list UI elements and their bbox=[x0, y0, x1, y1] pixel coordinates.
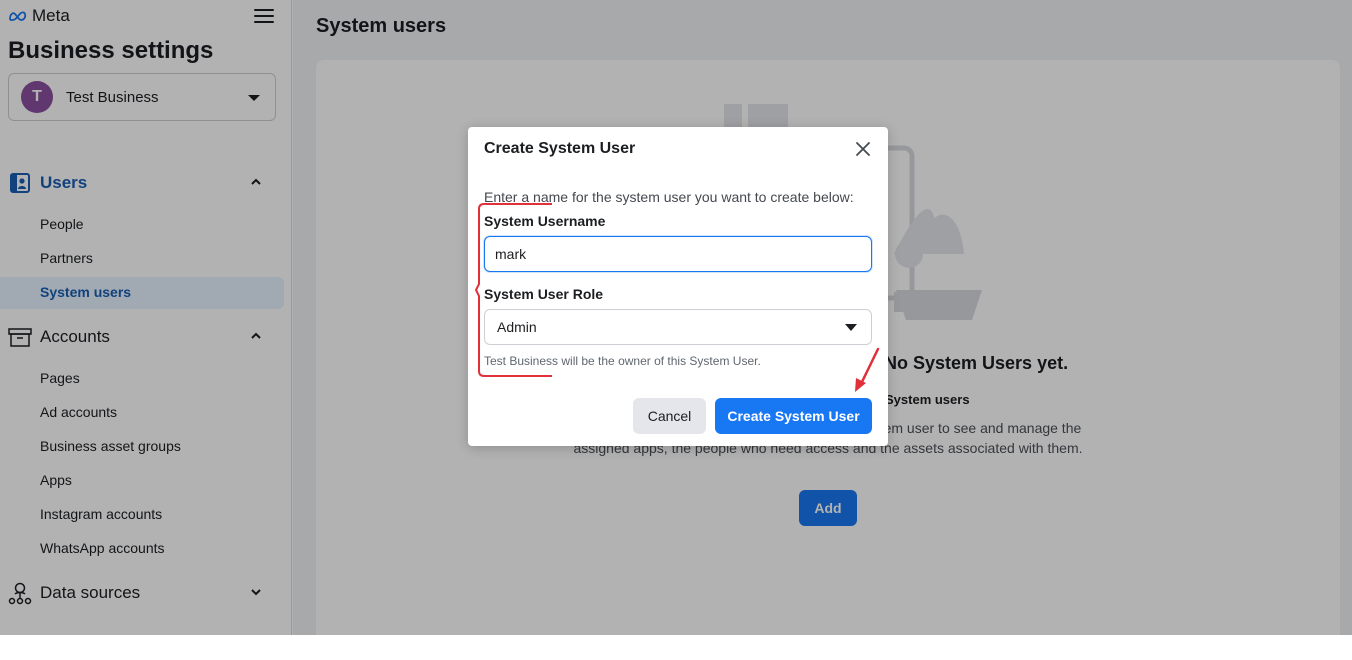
caret-down-icon bbox=[845, 324, 857, 331]
role-selected-value: Admin bbox=[497, 319, 537, 335]
system-username-input[interactable] bbox=[484, 236, 872, 272]
dialog-title: Create System User bbox=[484, 140, 636, 157]
close-icon[interactable] bbox=[854, 140, 872, 158]
username-label: System Username bbox=[484, 213, 606, 229]
role-label: System User Role bbox=[484, 286, 604, 302]
owner-note: Test Business will be the owner of this … bbox=[484, 354, 761, 368]
system-user-role-select[interactable]: Admin bbox=[484, 309, 872, 345]
create-system-user-dialog: Create System User Enter a name for the … bbox=[468, 127, 888, 446]
cancel-button[interactable]: Cancel bbox=[633, 398, 706, 434]
dialog-description: Enter a name for the system user you wan… bbox=[484, 189, 854, 205]
create-system-user-button[interactable]: Create System User bbox=[715, 398, 872, 434]
